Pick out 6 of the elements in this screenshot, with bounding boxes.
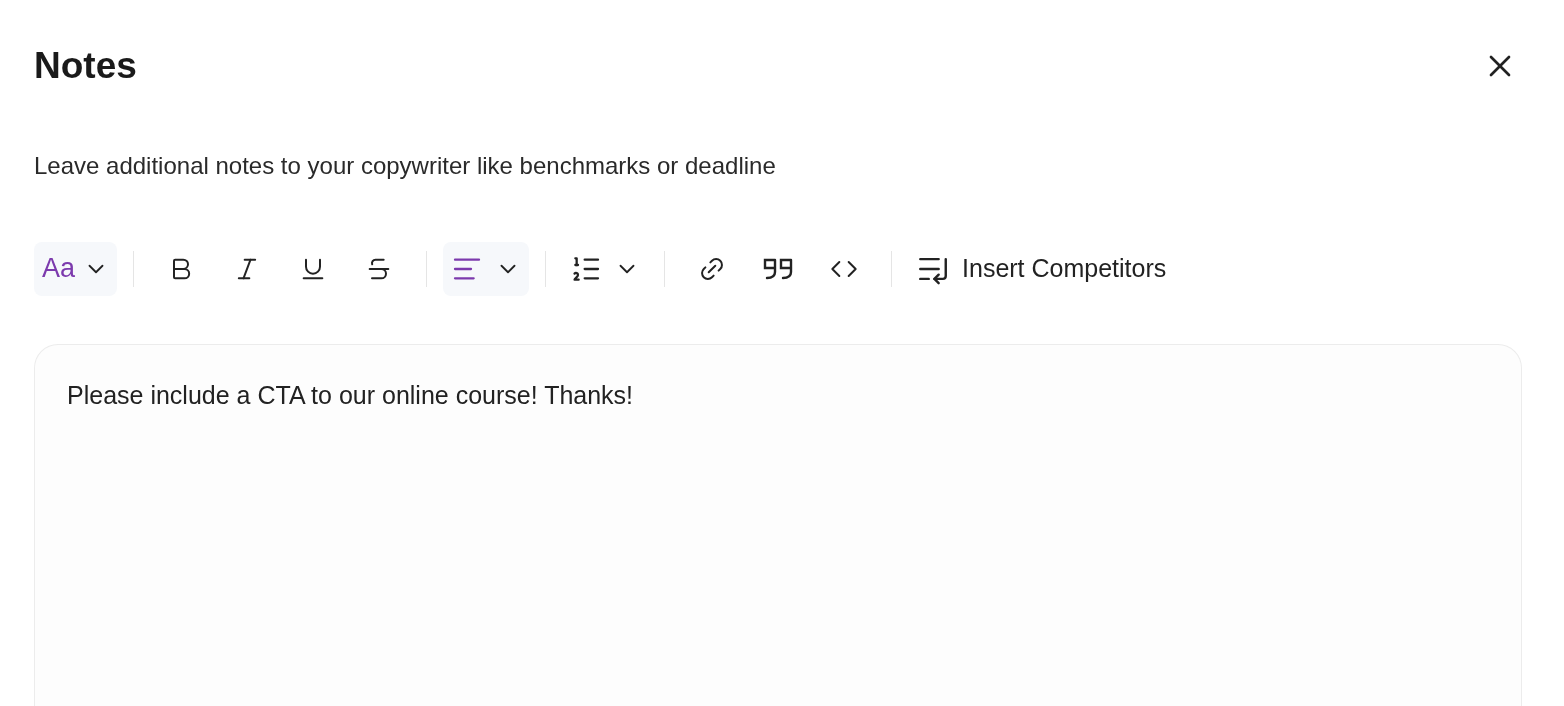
font-style-dropdown[interactable]: Aa — [34, 241, 118, 296]
dialog-title: Notes — [34, 44, 137, 88]
dialog-description: Leave additional notes to your copywriter like benchmarks or deadline — [34, 150, 777, 181]
notes-field[interactable]: Please include a CTA to our online course! Thanks! — [34, 343, 1522, 706]
insert-competitors-button[interactable]: Insert Competitors — [908, 241, 1175, 296]
align-dropdown[interactable] — [443, 241, 530, 296]
